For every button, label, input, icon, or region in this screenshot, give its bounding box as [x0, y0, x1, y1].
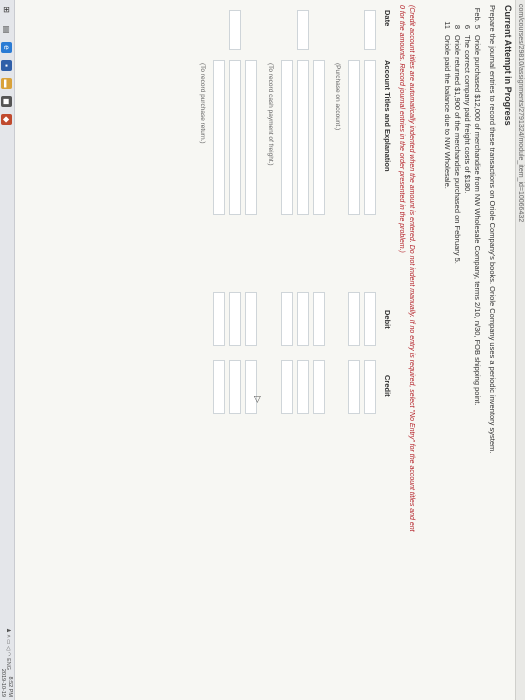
transaction-date: 6	[463, 24, 472, 29]
people-icon: ♟	[5, 628, 11, 633]
debit-input[interactable]	[229, 292, 241, 346]
debit-input[interactable]	[364, 292, 376, 346]
browser-icon[interactable]: e	[1, 42, 12, 53]
credit-input[interactable]	[213, 360, 225, 414]
debit-input[interactable]	[281, 292, 293, 346]
account-title-input[interactable]	[313, 60, 325, 215]
journal-row	[243, 0, 257, 700]
chevron-up-icon: ˄	[5, 634, 11, 638]
entry-memo: (To record purchase return.)	[199, 63, 206, 144]
transaction-item: 6 The correct company paid freight costs…	[462, 5, 472, 405]
transaction-item: 8 Oriole returned $1,900 of the merchand…	[452, 5, 462, 405]
mouse-cursor-icon: ▷	[253, 396, 263, 403]
journal-row	[311, 0, 325, 700]
folder-icon[interactable]: ▬	[1, 78, 12, 89]
journal-row	[346, 0, 360, 700]
transaction-date: 11	[443, 21, 452, 29]
transaction-date: Feb. 5	[473, 7, 482, 29]
instruction-note-line: 0 for the amounts. Record journal entrie…	[398, 5, 406, 253]
volume-icon: ◁	[5, 645, 11, 651]
account-title-input[interactable]	[297, 60, 309, 215]
journal-row	[279, 0, 293, 700]
question-text: Prepare the journal entries to record th…	[488, 5, 497, 454]
credit-input[interactable]	[281, 360, 293, 414]
taskbar: ⊞ ▤ e ▪ ▬ ◼ ◆ ♟ ˄ ▭ ◁ ◠ ENG 8:52 PM 2019…	[0, 0, 15, 700]
url-bar[interactable]: com/courses/29810/assignments/2791324/mo…	[515, 0, 525, 700]
account-title-input[interactable]	[348, 60, 360, 215]
transaction-item: Feb. 5 Oriole purchased $12,000 of merch…	[472, 5, 482, 406]
account-title-input[interactable]	[213, 60, 225, 215]
date-select[interactable]: ▾	[297, 10, 309, 68]
instruction-note: (Credit account titles are automatically…	[397, 5, 416, 695]
screen: com/courses/29810/assignments/2791324/mo…	[0, 0, 525, 700]
transactions-list: Feb. 5 Oriole purchased $12,000 of merch…	[442, 5, 482, 406]
app-icon[interactable]: ◆	[1, 114, 12, 125]
credit-input[interactable]	[313, 360, 325, 414]
credit-column-header: Credit	[383, 375, 392, 397]
transaction-text: Oriole purchased $12,000 of merchandise …	[473, 35, 482, 406]
battery-icon: ▭	[5, 639, 11, 645]
date-select[interactable]: ▾	[364, 10, 376, 68]
transaction-date: 8	[453, 24, 462, 29]
debit-column-header: Debit	[383, 310, 392, 329]
journal-row: ▾	[295, 0, 309, 700]
date-column-header: Date	[383, 10, 392, 27]
debit-input[interactable]	[213, 292, 225, 346]
account-title-input[interactable]	[364, 60, 376, 215]
debit-input[interactable]	[348, 292, 360, 346]
clock-date: 2019-10-19	[0, 668, 7, 697]
wifi-icon: ◠	[5, 651, 11, 657]
debit-input[interactable]	[313, 292, 325, 346]
instruction-note-line: (Credit account titles are automatically…	[408, 5, 415, 532]
file-explorer-icon[interactable]: ▪	[1, 60, 12, 71]
account-column-header: Account Titles and Explanation	[383, 60, 392, 172]
account-title-input[interactable]	[229, 60, 241, 215]
transaction-item: 11 Oriole paid the balance due to NW Who…	[442, 5, 452, 405]
journal-header: Date Account Titles and Explanation Debi…	[380, 0, 394, 700]
debit-input[interactable]	[297, 292, 309, 346]
debit-input[interactable]	[245, 292, 257, 346]
account-title-input[interactable]	[245, 60, 257, 215]
windows-start-icon[interactable]: ⊞	[1, 4, 12, 15]
transaction-text: Oriole paid the balance due to NW Wholes…	[443, 35, 452, 189]
credit-input[interactable]	[364, 360, 376, 414]
clock[interactable]: 8:52 PM 2019-10-19	[0, 668, 14, 697]
entry-memo: (Purchase on account.)	[334, 63, 341, 131]
system-tray[interactable]: ♟ ˄ ▭ ◁ ◠ ENG	[5, 628, 11, 670]
account-title-input[interactable]	[281, 60, 293, 215]
credit-input[interactable]	[348, 360, 360, 414]
attempt-heading: Current Attempt in Progress	[503, 5, 513, 126]
journal-row: ▾	[227, 0, 241, 700]
credit-input[interactable]	[229, 360, 241, 414]
transaction-text: The correct company paid freight costs o…	[463, 35, 472, 194]
credit-input[interactable]	[297, 360, 309, 414]
clock-time: 8:52 PM	[7, 676, 13, 697]
credit-input[interactable]	[245, 360, 257, 414]
entry-memo: (To record cash payment of freight.)	[267, 63, 274, 166]
date-select[interactable]: ▾	[229, 10, 241, 68]
transaction-text: Oriole returned $1,900 of the merchandis…	[453, 35, 462, 264]
store-icon[interactable]: ◼	[1, 96, 12, 107]
task-view-icon[interactable]: ▤	[1, 24, 12, 35]
journal-row: ▾	[362, 0, 376, 700]
journal-row	[211, 0, 225, 700]
